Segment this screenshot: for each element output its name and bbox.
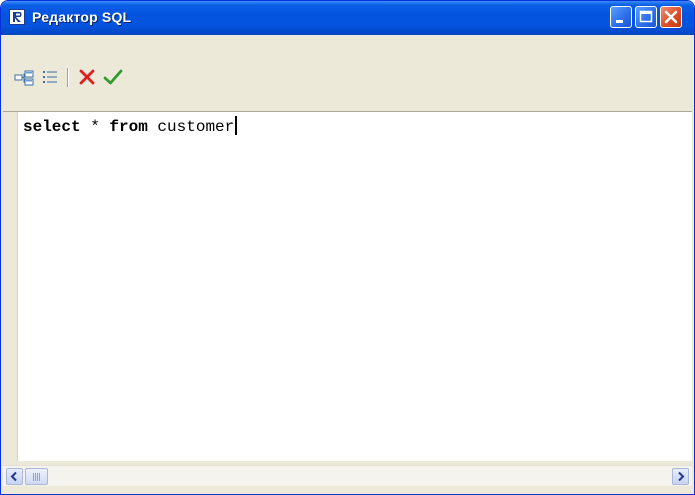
minimize-button[interactable]	[610, 6, 632, 28]
grip-icon	[33, 473, 41, 481]
maximize-button[interactable]	[635, 6, 657, 28]
ok-button[interactable]	[102, 66, 124, 88]
sql-editor-window: Редактор SQL select * from customer	[0, 0, 695, 495]
toolbar-separator	[67, 68, 69, 87]
cancel-button[interactable]	[76, 66, 98, 88]
keyword-from: from	[109, 118, 148, 136]
arrow-left-icon	[10, 471, 17, 482]
close-button[interactable]	[660, 6, 682, 28]
sql-code-line[interactable]: select * from customer	[23, 116, 238, 136]
sql-editor[interactable]: select * from customer	[3, 111, 692, 461]
window-title: Редактор SQL	[32, 9, 132, 25]
query-builder-icon	[14, 70, 34, 86]
maximize-icon	[639, 10, 653, 23]
table-name: customer	[147, 118, 235, 136]
scroll-thumb[interactable]	[25, 468, 48, 485]
keyword-select: select	[23, 118, 81, 136]
scroll-right-button[interactable]	[672, 468, 689, 485]
cancel-icon	[79, 69, 95, 85]
title-bar[interactable]: Редактор SQL	[1, 1, 694, 35]
arrow-right-icon	[678, 471, 685, 482]
list-button[interactable]	[39, 66, 61, 88]
check-icon	[103, 69, 123, 85]
horizontal-scrollbar[interactable]	[3, 465, 692, 486]
query-builder-button[interactable]	[13, 66, 35, 88]
toolbar	[3, 36, 692, 111]
fastreport-logo-icon	[9, 9, 25, 25]
code-text: *	[80, 118, 110, 136]
text-caret	[235, 116, 238, 135]
scroll-left-button[interactable]	[6, 468, 23, 485]
close-icon	[664, 10, 678, 24]
editor-gutter	[3, 112, 18, 461]
list-icon	[43, 71, 57, 83]
minimize-icon	[616, 20, 623, 23]
